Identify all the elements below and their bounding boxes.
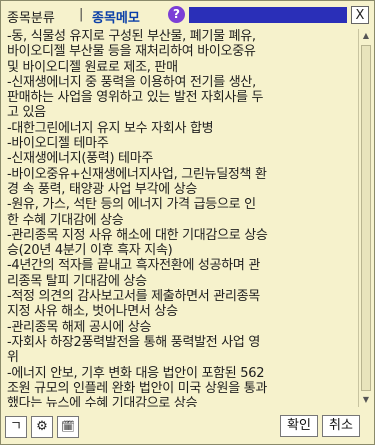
tab-memo[interactable]: 종목메모	[92, 7, 140, 26]
memo-line: 리종목 탈피 기대감에 상승	[7, 273, 147, 289]
scroll-thumb[interactable]	[361, 45, 371, 391]
memo-line: -대한그린에너지 유지 보수 자회사 합병	[7, 120, 214, 136]
memo-line: 했다는 뉴스에 수혜 기대감으로 상승	[7, 396, 198, 407]
tab-category[interactable]: 종목분류	[7, 7, 55, 26]
memo-line: 고 있음	[7, 105, 46, 121]
memo-line: -자회사 하장2풍력발전을 통해 풍력발전 사업 영	[7, 334, 261, 350]
scroll-down-icon[interactable]: ▼	[359, 393, 373, 407]
memo-line: 지정 사유 해소, 벗어나면서 상승	[7, 304, 178, 320]
memo-line: -바이오중유+신재생에너지사업, 그린뉴딜정책 환	[7, 166, 267, 182]
memo-line: 승(20년 4분기 이후 흑자 지속)	[7, 243, 173, 259]
corner-bracket-icon[interactable]: ㄱ	[5, 416, 27, 438]
memo-line: -관리종목 지정 사유 해소에 대한 기대감으로 상승	[7, 227, 268, 243]
memo-line: 조원 규모의 인플레 완화 법안이 미국 상원을 통과	[7, 380, 268, 396]
close-button[interactable]: X	[351, 6, 369, 24]
confirm-button[interactable]: 확인	[280, 415, 318, 437]
memo-line: 위	[7, 350, 19, 366]
memo-text-area[interactable]: -동, 식물성 유지로 구성된 부산물, 폐기물 폐유, 바이오디젤 부산물 등을…	[5, 29, 357, 407]
memo-line: -관리종목 해제 공시에 상승	[7, 319, 152, 335]
vertical-scrollbar[interactable]: ▲ ▼	[358, 29, 373, 407]
memo-line: -신재생에너지 중 풍력을 이용하여 전기를 생산,	[7, 74, 256, 90]
memo-line: -신재생에너지(풍력) 테마주	[7, 151, 154, 167]
tab-separator: |	[79, 7, 84, 22]
scroll-up-icon[interactable]: ▲	[359, 29, 373, 43]
memo-line: 판매하는 사업을 영위하고 있는 발전 자회사를 두	[7, 90, 264, 106]
memo-line: -4년간의 적자를 끝내고 흑자전환에 성공하며 관	[7, 258, 261, 274]
memo-line: -적정 의견의 감사보고서를 제출하면서 관리종목	[7, 289, 260, 305]
memo-line: 및 바이오디젤 원료로 제조, 판매	[7, 59, 178, 75]
memo-window: 종목분류 | 종목메모 ? X -동, 식물성 유지로 구성된 부산물, 폐기물…	[0, 0, 375, 445]
footer-bar: ㄱ ⚙ 🗓 확인 취소	[1, 410, 374, 444]
memo-line: -원유, 가스, 석탄 등의 에너지 가격 급등으로 인	[7, 197, 256, 213]
memo-line: 한 수혜 기대감에 상승	[7, 212, 124, 228]
memo-line: 경 속 풍력, 태양광 사업 부각에 상승	[7, 181, 198, 197]
gear-icon[interactable]: ⚙	[31, 416, 53, 438]
cancel-button[interactable]: 취소	[322, 415, 360, 437]
calendar-clock-icon[interactable]: 🗓	[57, 416, 79, 438]
memo-line: -동, 식물성 유지로 구성된 부산물, 폐기물 폐유,	[7, 29, 256, 44]
memo-line: -에너지 안보, 기후 변화 대응 법안이 포함된 562	[7, 365, 265, 381]
memo-line: -바이오디젤 테마주	[7, 136, 109, 152]
memo-line: 바이오디젤 부산물 등을 재처리하여 바이오중유	[7, 44, 256, 60]
help-icon[interactable]: ?	[168, 6, 185, 23]
title-drag-bar[interactable]	[189, 7, 347, 23]
title-bar: 종목분류 | 종목메모 ? X	[1, 1, 374, 29]
